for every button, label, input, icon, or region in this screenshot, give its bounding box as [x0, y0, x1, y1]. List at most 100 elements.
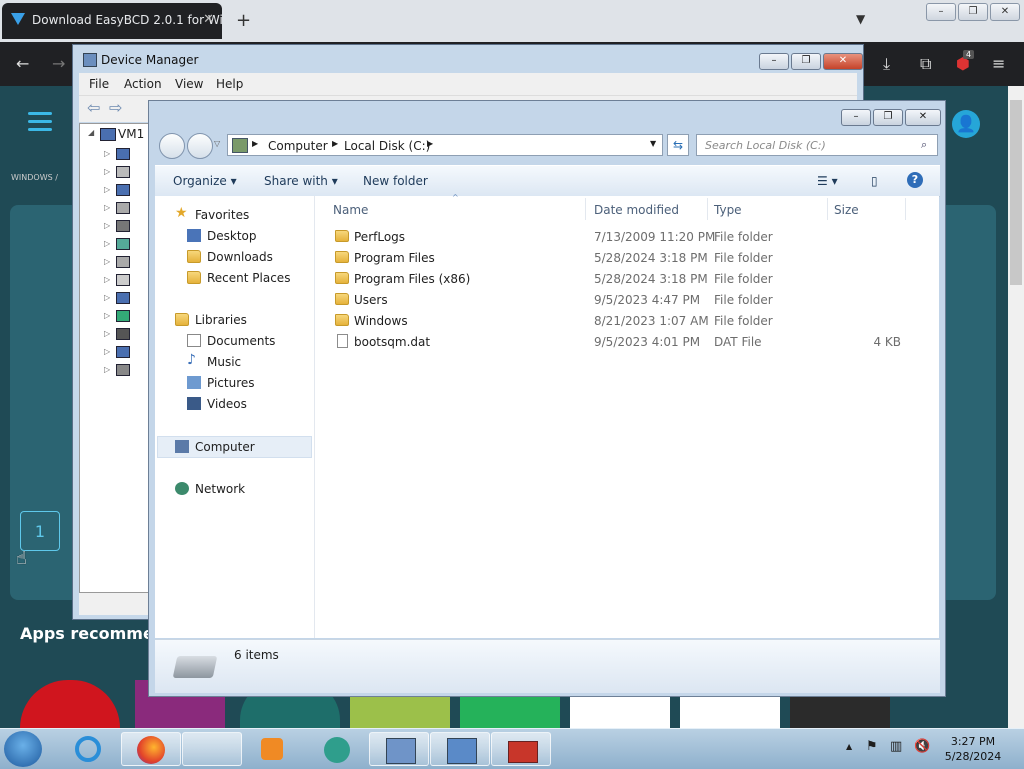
explorer-forward-button[interactable] — [187, 133, 213, 159]
new-tab-button[interactable]: + — [236, 10, 251, 31]
network-icon — [175, 482, 189, 495]
extensions-icon[interactable]: ⧉ — [920, 54, 931, 74]
refresh-icon[interactable]: ⇆ — [667, 134, 689, 156]
clock-date: 5/28/2024 — [944, 750, 1002, 763]
tree-item[interactable]: ▷ — [104, 290, 144, 306]
action-center-flag-icon[interactable]: ⚑ — [866, 739, 878, 754]
device-manager-icon — [386, 738, 416, 764]
file-row[interactable]: bootsqm.dat 9/5/2023 4:01 PM DAT File 4 … — [315, 332, 939, 353]
address-dropdown-icon[interactable]: ▼ — [650, 139, 656, 148]
forward-icon[interactable]: ⇨ — [109, 98, 122, 117]
music-icon: ♪ — [187, 352, 196, 368]
tree-item[interactable]: ▷ — [104, 146, 144, 162]
browser-minimize-button[interactable]: – — [926, 3, 956, 21]
file-row[interactable]: Users 9/5/2023 4:47 PM File folder — [315, 290, 939, 311]
menu-view[interactable]: View — [175, 77, 203, 91]
column-divider[interactable] — [905, 198, 906, 220]
column-divider[interactable] — [585, 198, 586, 220]
back-icon[interactable]: ⇦ — [87, 98, 100, 117]
network-tray-icon[interactable]: ▥ — [890, 739, 902, 754]
user-account-icon[interactable]: 👤 — [952, 110, 980, 138]
explorer-close-button[interactable]: ✕ — [905, 109, 941, 126]
column-date-modified[interactable]: Date modified — [594, 203, 679, 217]
tree-item[interactable]: ▷ — [104, 236, 144, 252]
start-button[interactable] — [4, 731, 42, 767]
browser-tab[interactable]: Download EasyBCD 2.0.1 for Wi ✕ — [2, 3, 222, 39]
menu-action[interactable]: Action — [124, 77, 162, 91]
desktop-icon — [187, 229, 201, 242]
item-count: 6 items — [234, 648, 279, 662]
breadcrumb-separator-icon[interactable]: ▶ — [332, 139, 338, 148]
tree-item[interactable]: ▷ — [104, 200, 144, 216]
explorer-maximize-button[interactable]: ❐ — [873, 109, 903, 126]
taskbar-device-manager[interactable] — [369, 732, 429, 766]
tab-list-chevron-icon[interactable]: ▼ — [856, 12, 865, 26]
hamburger-menu-icon[interactable] — [28, 112, 52, 136]
breadcrumb-computer[interactable]: Computer — [268, 139, 328, 153]
new-folder-button[interactable]: New folder — [363, 174, 428, 188]
explorer-back-button[interactable] — [159, 133, 185, 159]
file-row[interactable]: Program Files 5/28/2024 3:18 PM File fol… — [315, 248, 939, 269]
file-row[interactable]: Program Files (x86) 5/28/2024 3:18 PM Fi… — [315, 269, 939, 290]
taskbar-explorer[interactable] — [182, 732, 242, 766]
tab-close-icon[interactable]: ✕ — [203, 12, 214, 27]
file-row[interactable]: Windows 8/21/2023 1:07 AM File folder — [315, 311, 939, 332]
change-view-icon[interactable]: ☰ ▾ — [817, 174, 838, 188]
back-arrow-icon[interactable]: ← — [16, 54, 29, 73]
pagination-button[interactable]: 1 — [20, 511, 60, 551]
breadcrumb-local-disk[interactable]: Local Disk (C:) — [344, 139, 430, 153]
dm-maximize-button[interactable]: ❐ — [791, 53, 821, 70]
explorer-minimize-button[interactable]: – — [841, 109, 871, 126]
show-hidden-icons-icon[interactable]: ▲ — [846, 742, 852, 751]
dm-close-button[interactable]: ✕ — [823, 53, 863, 70]
menu-help[interactable]: Help — [216, 77, 243, 91]
help-icon[interactable]: ? — [907, 172, 923, 188]
device-tree[interactable]: ◢ VM1 ▷ ▷ ▷ ▷ ▷ ▷ ▷ ▷ ▷ ▷ ▷ ▷ ▷ — [79, 123, 151, 593]
breadcrumb-separator-icon[interactable]: ▶ — [427, 139, 433, 148]
breadcrumb[interactable]: WINDOWS / — [11, 173, 58, 182]
organize-button[interactable]: Organize ▾ — [173, 174, 237, 188]
tree-item[interactable]: ▷ — [104, 272, 144, 288]
tree-item[interactable]: ▷ — [104, 344, 144, 360]
browser-maximize-button[interactable]: ❐ — [958, 3, 988, 21]
address-bar[interactable]: ▶ Computer ▶ Local Disk (C:) ▶ ▼ — [227, 134, 663, 156]
taskbar-media-player[interactable] — [243, 732, 303, 766]
file-row[interactable]: PerfLogs 7/13/2009 11:20 PM File folder — [315, 227, 939, 248]
search-icon[interactable]: ⌕ — [921, 138, 927, 152]
preview-pane-icon[interactable]: ▯ — [871, 174, 878, 188]
column-divider[interactable] — [707, 198, 708, 220]
forward-arrow-icon[interactable]: → — [52, 54, 65, 73]
tree-item[interactable]: ▷ — [104, 254, 144, 270]
tree-root-label[interactable]: VM1 — [118, 127, 144, 141]
taskbar-internet-explorer[interactable] — [60, 732, 120, 766]
share-with-button[interactable]: Share with ▾ — [264, 174, 338, 188]
menu-icon[interactable]: ≡ — [992, 54, 1005, 73]
taskbar-clock[interactable]: 3:27 PM 5/28/2024 — [940, 734, 1006, 764]
folder-icon — [198, 740, 228, 762]
recent-pages-chevron-icon[interactable]: ▽ — [214, 139, 220, 148]
file-list[interactable]: ^ Name Date modified Type Size PerfLogs … — [315, 193, 939, 638]
breadcrumb-separator-icon[interactable]: ▶ — [252, 139, 258, 148]
menu-file[interactable]: File — [89, 77, 109, 91]
tree-item[interactable]: ▷ — [104, 218, 144, 234]
tree-item[interactable]: ▷ — [104, 182, 144, 198]
volume-muted-icon[interactable]: 🔇 — [914, 739, 930, 754]
tree-item[interactable]: ▷ — [104, 308, 144, 324]
column-name[interactable]: Name — [333, 203, 368, 217]
tree-item[interactable]: ▷ — [104, 362, 144, 378]
taskbar-firefox[interactable] — [121, 732, 181, 766]
taskbar-toolbox[interactable] — [491, 732, 551, 766]
collapse-icon[interactable]: ◢ — [88, 128, 94, 137]
tree-item[interactable]: ▷ — [104, 326, 144, 342]
browser-close-button[interactable]: ✕ — [990, 3, 1020, 21]
column-divider[interactable] — [827, 198, 828, 220]
column-type[interactable]: Type — [714, 203, 742, 217]
taskbar-app[interactable] — [306, 732, 366, 766]
page-scrollbar-thumb[interactable] — [1010, 100, 1022, 285]
column-size[interactable]: Size — [834, 203, 859, 217]
tree-item[interactable]: ▷ — [104, 164, 144, 180]
dm-minimize-button[interactable]: – — [759, 53, 789, 70]
search-input[interactable]: Search Local Disk (C:) — [696, 134, 938, 156]
taskbar-control-panel[interactable] — [430, 732, 490, 766]
downloads-icon[interactable]: ⤓ — [883, 54, 890, 74]
